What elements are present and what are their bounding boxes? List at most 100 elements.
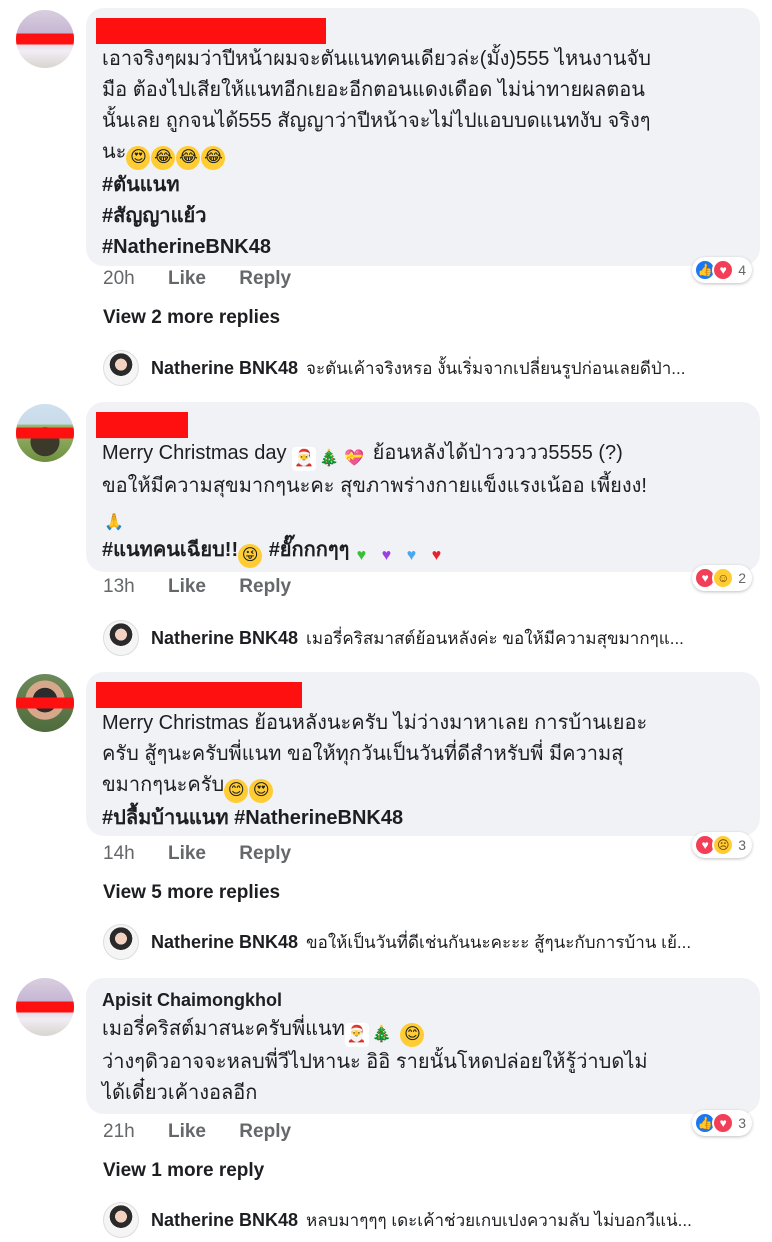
reply-author[interactable]: Natherine BNK48 bbox=[151, 932, 298, 953]
reply-preview[interactable]: Natherine BNK48 เมอรี่คริสมาสต์ย้อนหลังค… bbox=[103, 618, 753, 658]
comment-text-line: ได้เดี๋ยวเค้างอลอีก bbox=[102, 1082, 258, 1104]
reactions-summary[interactable]: ♥ ☺ 2 bbox=[692, 565, 752, 591]
reply-preview[interactable]: Natherine BNK48 หลบมาๆๆๆ เดะเค้าช่วยเกบเ… bbox=[103, 1200, 753, 1240]
timestamp: 13h bbox=[103, 576, 135, 597]
heart-eyes-emoji-icon: 😍 bbox=[126, 146, 151, 170]
comment-meta: 13h Like Reply bbox=[103, 576, 291, 598]
reactions-summary[interactable]: ♥ ☹ 3 bbox=[692, 832, 752, 858]
reply-text: ขอให้เป็นวันที่ดีเช่นกันนะคะะะ สู้ๆนะกับ… bbox=[306, 932, 692, 952]
pray-emoji-icon: 🙏 bbox=[104, 514, 124, 531]
commenter-avatar[interactable] bbox=[16, 674, 74, 732]
smile-emoji-icon: 😊 bbox=[400, 1023, 425, 1047]
hashtag[interactable]: #แนทคนเฉียบ!! bbox=[102, 539, 238, 561]
redaction-bar bbox=[16, 1001, 74, 1013]
redaction-bar bbox=[16, 33, 74, 45]
joy-emoji-icon: 😂 bbox=[151, 146, 176, 170]
comment-text-line: 🙏 bbox=[102, 502, 744, 535]
tongue-wink-emoji-icon: 😜 bbox=[238, 544, 263, 568]
like-button[interactable]: Like bbox=[168, 268, 206, 289]
reply-avatar bbox=[103, 350, 139, 386]
view-more-replies-link[interactable]: View 5 more replies bbox=[103, 882, 280, 904]
hashtag[interactable]: #ปลื้มบ้านแนท #NatherineBNK48 bbox=[102, 803, 744, 834]
comment-text-line: เอาจริงๆผมว่าปีหน้าผมจะตันแนทคนเดียวล่ะ(… bbox=[102, 48, 651, 70]
reply-text: เมอรี่คริสมาสต์ย้อนหลังค่ะ ขอให้มีความสุ… bbox=[306, 628, 684, 648]
redacted-name bbox=[96, 412, 188, 438]
hashtag[interactable]: #NatherineBNK48 bbox=[102, 232, 744, 263]
commenter-avatar[interactable] bbox=[16, 10, 74, 68]
reactions-summary[interactable]: 👍 ♥ 3 bbox=[692, 1110, 752, 1136]
redacted-name bbox=[96, 682, 302, 708]
reply-text: จะตันเค้าจริงหรอ งั้นเริ่มจากเปลี่ยนรูปก… bbox=[306, 358, 686, 378]
hashtag[interactable]: #สัญญาแย้ว bbox=[102, 201, 744, 232]
view-more-replies-link[interactable]: View 2 more replies bbox=[103, 307, 280, 329]
smile-emoji-icon: 😊 bbox=[224, 779, 249, 803]
reply-button[interactable]: Reply bbox=[239, 576, 291, 597]
reply-button[interactable]: Reply bbox=[239, 1121, 291, 1142]
redacted-name bbox=[96, 18, 326, 44]
reply-avatar bbox=[103, 1202, 139, 1238]
sad-icon: ☹ bbox=[712, 834, 735, 856]
love-icon: ♥ bbox=[712, 259, 735, 281]
santa-emoji-icon: 🎅 bbox=[344, 1023, 369, 1047]
comment-text-line: Merry Christmas day 🎅 🎄 💝 ย้อนหลังได้ป่าวว… bbox=[102, 438, 744, 471]
timestamp: 21h bbox=[103, 1121, 135, 1142]
comment-text-line: ว่างๆดิวอาจจะหลบพี่วีไปหานะ อิอิ รายนั้น… bbox=[102, 1051, 648, 1073]
reply-author[interactable]: Natherine BNK48 bbox=[151, 1210, 298, 1231]
comment-bubble: เอาจริงๆผมว่าปีหน้าผมจะตันแนทคนเดียวล่ะ(… bbox=[86, 8, 760, 266]
reply-button[interactable]: Reply bbox=[239, 268, 291, 289]
commenter-name[interactable]: Apisit Chaimongkhol bbox=[102, 988, 744, 1012]
comment-bubble: Merry Christmas day 🎅 🎄 💝 ย้อนหลังได้ป่าวว… bbox=[86, 402, 760, 572]
green-heart-emoji-icon: ♥ bbox=[356, 547, 367, 564]
love-icon: ♥ bbox=[712, 1112, 735, 1134]
comment-bubble: Merry Christmas ย้อนหลังนะครับ ไม่ว่างมา… bbox=[86, 672, 760, 836]
view-more-replies-link[interactable]: View 1 more reply bbox=[103, 1160, 264, 1182]
reply-button[interactable]: Reply bbox=[239, 843, 291, 864]
timestamp: 14h bbox=[103, 843, 135, 864]
comment-meta: 21h Like Reply bbox=[103, 1121, 291, 1143]
like-button[interactable]: Like bbox=[168, 576, 206, 597]
like-button[interactable]: Like bbox=[168, 843, 206, 864]
like-button[interactable]: Like bbox=[168, 1121, 206, 1142]
santa-emoji-icon: 🎅 bbox=[292, 447, 317, 471]
hashtag[interactable]: #ตันแนท bbox=[102, 170, 744, 201]
commenter-avatar[interactable] bbox=[16, 978, 74, 1036]
gift-heart-emoji-icon: 💝 bbox=[344, 450, 364, 467]
reply-preview[interactable]: Natherine BNK48 ขอให้เป็นวันที่ดีเช่นกัน… bbox=[103, 922, 753, 962]
comment-meta: 20h Like Reply bbox=[103, 268, 291, 290]
joy-emoji-icon: 😂 bbox=[176, 146, 201, 170]
reply-author[interactable]: Natherine BNK48 bbox=[151, 628, 298, 649]
comment-bubble: Apisit Chaimongkhol เมอรี่คริสต์มาสนะครั… bbox=[86, 978, 760, 1114]
comment-text-line: นะ 😍 😂 😂 😂 bbox=[102, 137, 744, 170]
comment-text-line: ครับ สู้ๆนะครับพี่แนท ขอให้ทุกวันเป็นวัน… bbox=[102, 743, 624, 765]
haha-icon: ☺ bbox=[712, 567, 735, 589]
reaction-count: 4 bbox=[738, 262, 746, 278]
purple-heart-emoji-icon: ♥ bbox=[381, 547, 392, 564]
comment-text-line: เมอรี่คริสต์มาสนะครับพี่แนท 🎅 🎄 😊 bbox=[102, 1014, 744, 1047]
red-heart-emoji-icon: ♥ bbox=[431, 547, 442, 564]
reply-avatar bbox=[103, 620, 139, 656]
comment-text-line: มือ ต้องไปเสียให้แนทอีกเยอะอีกตอนแดงเดือ… bbox=[102, 79, 645, 101]
reply-preview[interactable]: Natherine BNK48 จะตันเค้าจริงหรอ งั้นเริ… bbox=[103, 348, 753, 388]
reply-author[interactable]: Natherine BNK48 bbox=[151, 358, 298, 379]
joy-emoji-icon: 😂 bbox=[201, 146, 226, 170]
reply-avatar bbox=[103, 924, 139, 960]
hashtag-line: #แนทคนเฉียบ!! 😜 #ยั๊กกกๆๆ ♥ ♥ ♥ ♥ bbox=[102, 535, 744, 568]
heart-eyes-emoji-icon: 😍 bbox=[249, 779, 274, 803]
reactions-summary[interactable]: 👍 ♥ 4 bbox=[692, 257, 752, 283]
reaction-count: 2 bbox=[738, 570, 746, 586]
comment-text-line: ขอให้มีความสุขมากๆนะคะ สุขภาพร่างกายแข็ง… bbox=[102, 475, 647, 497]
comment-meta: 14h Like Reply bbox=[103, 843, 291, 865]
commenter-avatar[interactable] bbox=[16, 404, 74, 462]
reply-text: หลบมาๆๆๆ เดะเค้าช่วยเกบเปงความลับ ไม่บอก… bbox=[306, 1210, 692, 1230]
comment-text-line: Merry Christmas ย้อนหลังนะครับ ไม่ว่างมา… bbox=[102, 712, 648, 734]
reaction-count: 3 bbox=[738, 1115, 746, 1131]
christmas-tree-emoji-icon: 🎄 bbox=[371, 1026, 392, 1043]
redaction-bar bbox=[16, 427, 74, 439]
blue-heart-emoji-icon: ♥ bbox=[406, 547, 417, 564]
hashtag[interactable]: #ยั๊กกกๆๆ bbox=[269, 539, 350, 561]
reaction-count: 3 bbox=[738, 837, 746, 853]
christmas-tree-emoji-icon: 🎄 bbox=[319, 450, 339, 467]
timestamp: 20h bbox=[103, 268, 135, 289]
redaction-bar bbox=[16, 697, 74, 709]
comment-text-line: นั้นเลย ถูกจนได้555 สัญญาว่าปีหน้าจะไม่ไ… bbox=[102, 110, 651, 132]
